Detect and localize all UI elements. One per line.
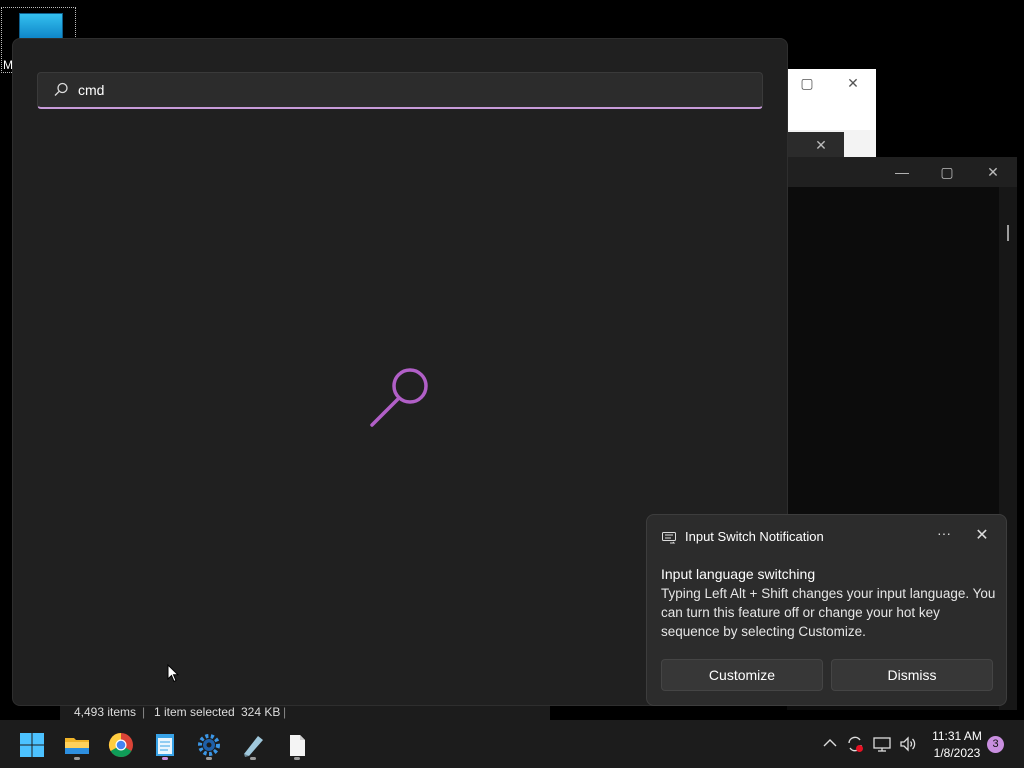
- running-indicator: [206, 757, 212, 760]
- minimize-icon[interactable]: —: [888, 158, 916, 186]
- clock-date[interactable]: 1/8/2023: [924, 746, 990, 760]
- close-icon[interactable]: ✕: [839, 69, 867, 97]
- taskbar-settings[interactable]: [192, 728, 226, 762]
- running-indicator: [74, 757, 80, 760]
- notification-body: Typing Left Alt + Shift changes your inp…: [661, 586, 996, 639]
- more-options-icon[interactable]: ···: [932, 525, 956, 547]
- notification-count-badge[interactable]: 3: [987, 736, 1004, 753]
- search-illustration-icon: [368, 365, 434, 436]
- items-count: 4,493 items: [74, 705, 137, 719]
- close-icon[interactable]: ✕: [970, 525, 994, 547]
- close-icon[interactable]: ✕: [979, 158, 1007, 186]
- notification-app-name: Input Switch Notification: [685, 529, 824, 544]
- taskbar: 11:31 AM 1/8/2023 3: [0, 720, 1024, 768]
- running-indicator: [250, 757, 256, 760]
- window-titlebar[interactable]: — ▢ ✕: [787, 157, 1017, 187]
- search-box[interactable]: [37, 72, 763, 109]
- notification-heading: Input language switching: [661, 566, 816, 582]
- mouse-cursor-icon: [167, 663, 180, 688]
- running-indicator: [294, 757, 300, 760]
- chrome-icon: [108, 733, 133, 758]
- status-divider: |: [283, 705, 287, 719]
- maximize-icon[interactable]: ▢: [793, 69, 821, 97]
- volume-icon[interactable]: [898, 734, 918, 759]
- taskbar-document[interactable]: [280, 728, 314, 762]
- taskbar-chrome[interactable]: [104, 728, 138, 762]
- dismiss-button[interactable]: Dismiss: [831, 659, 993, 691]
- search-icon: [53, 82, 69, 103]
- start-button[interactable]: [15, 728, 49, 762]
- windows-logo-icon: [20, 733, 44, 757]
- search-input[interactable]: [78, 79, 738, 101]
- customize-button[interactable]: Customize: [661, 659, 823, 691]
- explorer-status-bar: 4,493 items | 1 item selected 324 KB |: [60, 704, 550, 720]
- taskbar-paint[interactable]: [236, 728, 270, 762]
- running-indicator: [162, 757, 168, 760]
- sync-icon[interactable]: [845, 734, 865, 759]
- network-icon[interactable]: [872, 734, 892, 759]
- selection-status: 1 item selected: [154, 705, 235, 719]
- taskbar-notepad[interactable]: [148, 728, 182, 762]
- close-icon[interactable]: ✕: [807, 131, 835, 159]
- show-hidden-icons-chevron-icon[interactable]: [822, 735, 838, 756]
- maximize-icon[interactable]: ▢: [933, 158, 961, 186]
- taskbar-file-explorer[interactable]: [60, 728, 94, 762]
- status-divider: |: [142, 705, 146, 719]
- background-dialog-titlebar[interactable]: ✕: [787, 132, 844, 158]
- keyboard-switch-icon: [662, 531, 676, 549]
- selection-size: 324 KB: [241, 705, 281, 719]
- clock-time[interactable]: 11:31 AM: [924, 729, 990, 743]
- notification-toast[interactable]: Input Switch Notification ··· ✕ Input la…: [646, 514, 1007, 706]
- scrollbar-thumb[interactable]: [1007, 225, 1009, 241]
